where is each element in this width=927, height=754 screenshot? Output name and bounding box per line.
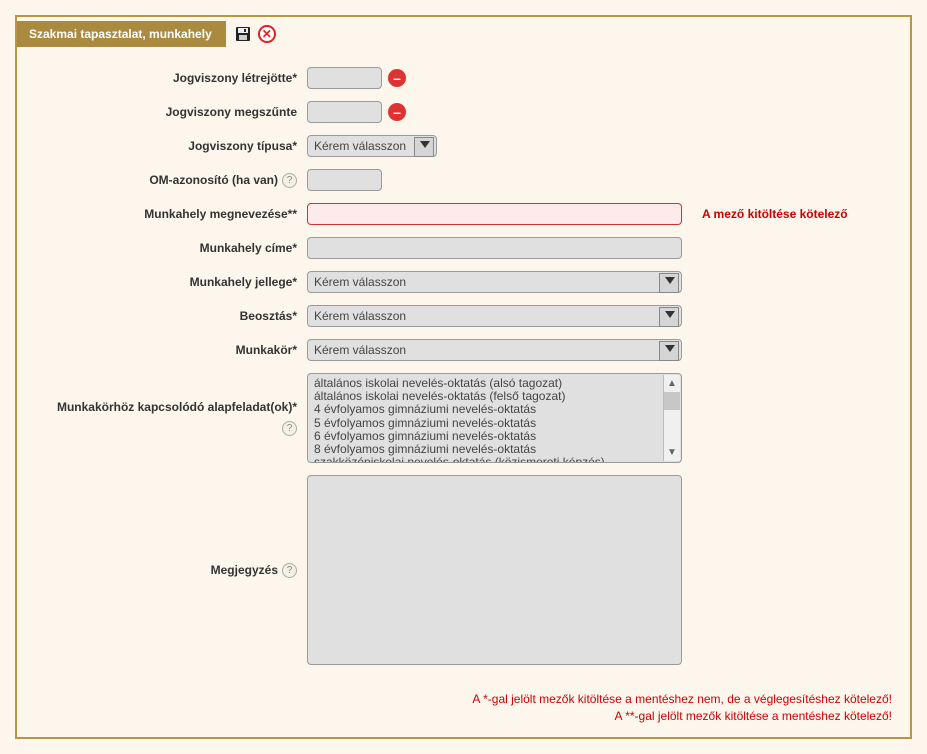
label-beosztas: Beosztás* <box>37 309 307 323</box>
input-jogviszony-megszunte[interactable] <box>307 101 382 123</box>
required-indicator-icon: – <box>388 69 406 87</box>
label-jogviszony-tipusa: Jogviszony típusa* <box>37 139 307 153</box>
save-icon[interactable] <box>234 25 252 43</box>
error-message: A mező kitöltése kötelező <box>702 207 848 221</box>
label-text: Munkakörhöz kapcsolódó alapfeladat(ok)* <box>57 400 297 416</box>
label-munkahely-jellege: Munkahely jellege* <box>37 275 307 289</box>
panel-header-actions: ✕ <box>226 25 284 43</box>
required-indicator-icon: – <box>388 103 406 121</box>
row-munkahely-megnevezese: Munkahely megnevezése** A mező kitöltése… <box>37 203 890 225</box>
input-om-azonosito[interactable] <box>307 169 382 191</box>
input-munkahely-cime[interactable] <box>307 237 682 259</box>
listbox-item[interactable]: általános iskolai nevelés-oktatás (felső… <box>312 390 659 403</box>
label-munkakor: Munkakör* <box>37 343 307 357</box>
select-wrap: Kérem válasszon <box>307 135 437 157</box>
label-text: Megjegyzés <box>211 563 278 577</box>
listbox-item[interactable]: szakközépiskolai nevelés-oktatás (közism… <box>312 456 659 463</box>
input-munkahely-megnevezese[interactable] <box>307 203 682 225</box>
row-jogviszony-megszunte: Jogviszony megszűnte – <box>37 101 890 123</box>
form-body: Jogviszony létrejötte* – Jogviszony megs… <box>17 47 910 687</box>
row-alapfeladat: Munkakörhöz kapcsolódó alapfeladat(ok)* … <box>37 373 890 463</box>
listbox-item[interactable]: 5 évfolyamos gimnáziumi nevelés-oktatás <box>312 417 659 430</box>
form-panel: Szakmai tapasztalat, munkahely ✕ Jogvisz… <box>15 15 912 739</box>
scroll-down-icon[interactable]: ▼ <box>664 444 680 461</box>
label-om-azonosito: OM-azonosító (ha van) ? <box>37 173 307 188</box>
label-jogviszony-megszunte: Jogviszony megszűnte <box>37 105 307 119</box>
row-megjegyzes: Megjegyzés ? <box>37 475 890 665</box>
row-jogviszony-tipusa: Jogviszony típusa* Kérem válasszon <box>37 135 890 157</box>
row-munkakor: Munkakör* Kérem válasszon <box>37 339 890 361</box>
listbox-item[interactable]: 6 évfolyamos gimnáziumi nevelés-oktatás <box>312 430 659 443</box>
row-om-azonosito: OM-azonosító (ha van) ? <box>37 169 890 191</box>
footnote-2: A **-gal jelölt mezők kitöltése a mentés… <box>35 708 892 725</box>
listbox-alapfeladat[interactable]: általános iskolai nevelés-oktatás (alsó … <box>307 373 682 463</box>
select-munkakor[interactable]: Kérem válasszon <box>307 339 682 361</box>
row-jogviszony-letrejotte: Jogviszony létrejötte* – <box>37 67 890 89</box>
select-wrap: Kérem válasszon <box>307 339 682 361</box>
scrollbar[interactable]: ▲ ▼ <box>663 375 680 461</box>
select-munkahely-jellege[interactable]: Kérem válasszon <box>307 271 682 293</box>
help-icon[interactable]: ? <box>282 421 297 436</box>
select-jogviszony-tipusa[interactable]: Kérem válasszon <box>307 135 437 157</box>
label-text: OM-azonosító (ha van) <box>149 173 278 187</box>
select-wrap: Kérem válasszon <box>307 271 682 293</box>
input-jogviszony-letrejotte[interactable] <box>307 67 382 89</box>
label-jogviszony-letrejotte: Jogviszony létrejötte* <box>37 71 307 85</box>
footnotes: A *-gal jelölt mezők kitöltése a mentésh… <box>17 687 910 737</box>
panel-title: Szakmai tapasztalat, munkahely <box>17 21 226 47</box>
scroll-thumb[interactable] <box>664 392 680 410</box>
textarea-megjegyzes[interactable] <box>307 475 682 665</box>
listbox-item[interactable]: általános iskolai nevelés-oktatás (alsó … <box>312 377 659 390</box>
label-munkahely-cime: Munkahely címe* <box>37 241 307 255</box>
panel-header: Szakmai tapasztalat, munkahely ✕ <box>17 21 284 47</box>
close-icon[interactable]: ✕ <box>258 25 276 43</box>
scroll-up-icon[interactable]: ▲ <box>664 375 680 392</box>
label-munkahely-megnevezese: Munkahely megnevezése** <box>37 207 307 221</box>
row-munkahely-jellege: Munkahely jellege* Kérem válasszon <box>37 271 890 293</box>
help-icon[interactable]: ? <box>282 173 297 188</box>
listbox-item[interactable]: 8 évfolyamos gimnáziumi nevelés-oktatás <box>312 443 659 456</box>
help-icon[interactable]: ? <box>282 563 297 578</box>
select-wrap: Kérem válasszon <box>307 305 682 327</box>
select-beosztas[interactable]: Kérem válasszon <box>307 305 682 327</box>
row-beosztas: Beosztás* Kérem válasszon <box>37 305 890 327</box>
label-alapfeladat: Munkakörhöz kapcsolódó alapfeladat(ok)* … <box>37 400 307 437</box>
label-megjegyzes: Megjegyzés ? <box>37 563 307 578</box>
row-munkahely-cime: Munkahely címe* <box>37 237 890 259</box>
listbox-item[interactable]: 4 évfolyamos gimnáziumi nevelés-oktatás <box>312 403 659 416</box>
floppy-icon <box>235 26 251 42</box>
footnote-1: A *-gal jelölt mezők kitöltése a mentésh… <box>35 691 892 708</box>
